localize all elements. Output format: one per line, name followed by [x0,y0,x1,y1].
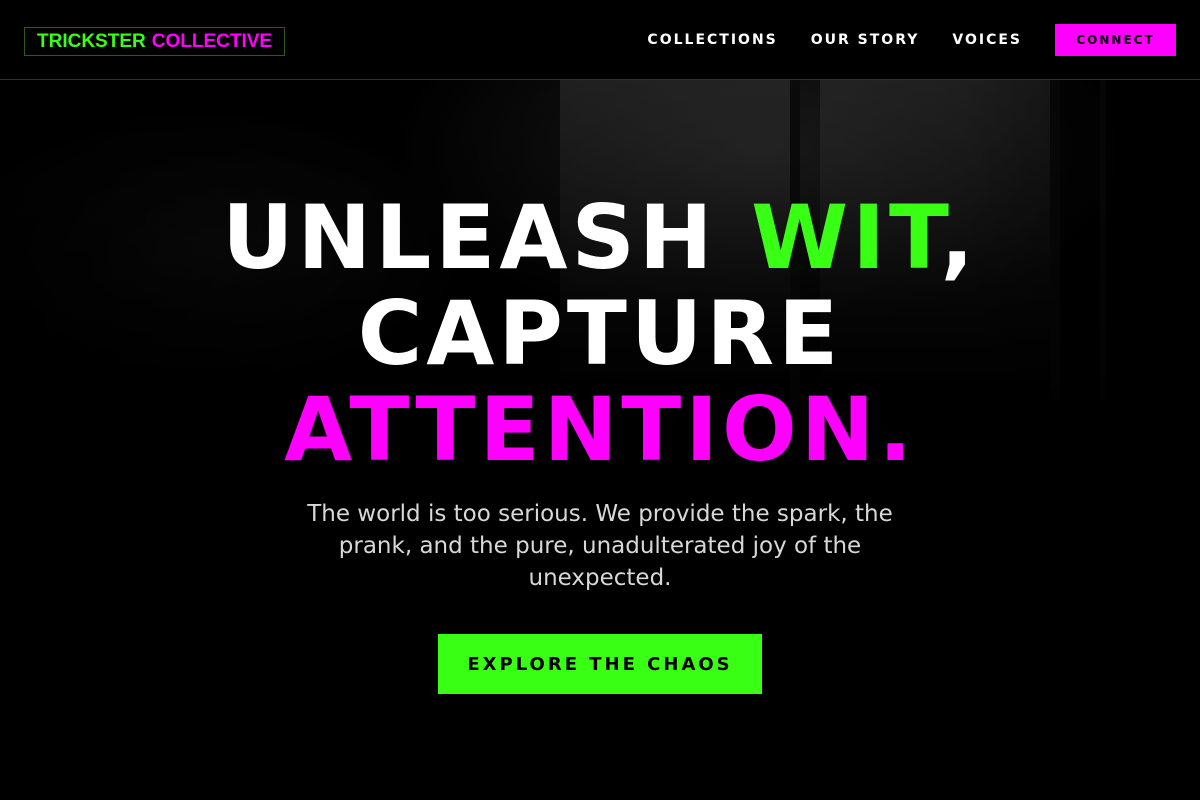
headline-word-unleash: UNLEASH [222,186,717,289]
headline-line-1: UNLEASH WIT, [0,190,1200,286]
explore-the-chaos-button[interactable]: EXPLORE THE CHAOS [438,634,762,694]
connect-button[interactable]: CONNECT [1055,24,1176,56]
hero-headline: UNLEASH WIT, CAPTURE ATTENTION. [0,190,1200,478]
nav-link-voices[interactable]: VOICES [952,32,1022,48]
headline-line-2: CAPTURE [357,282,843,385]
brand-name-part-2: COLLECTIVE [151,30,273,52]
nav-link-collections[interactable]: COLLECTIONS [647,32,777,48]
site-header: TRICKSTER COLLECTIVE COLLECTIONS OUR STO… [0,0,1200,80]
hero-section: UNLEASH WIT, CAPTURE ATTENTION. The worl… [0,80,1200,800]
brand-name-part-1: TRICKSTER [37,30,146,52]
hero-subtitle: The world is too serious. We provide the… [307,501,893,591]
main-nav: COLLECTIONS OUR STORY VOICES CONNECT [647,24,1176,56]
headline-line-3: ATTENTION. [284,378,916,481]
headline-word-wit: WIT [751,186,941,289]
headline-comma: , [940,186,978,289]
brand-logo[interactable]: TRICKSTER COLLECTIVE [24,27,286,56]
nav-link-our-story[interactable]: OUR STORY [811,32,920,48]
